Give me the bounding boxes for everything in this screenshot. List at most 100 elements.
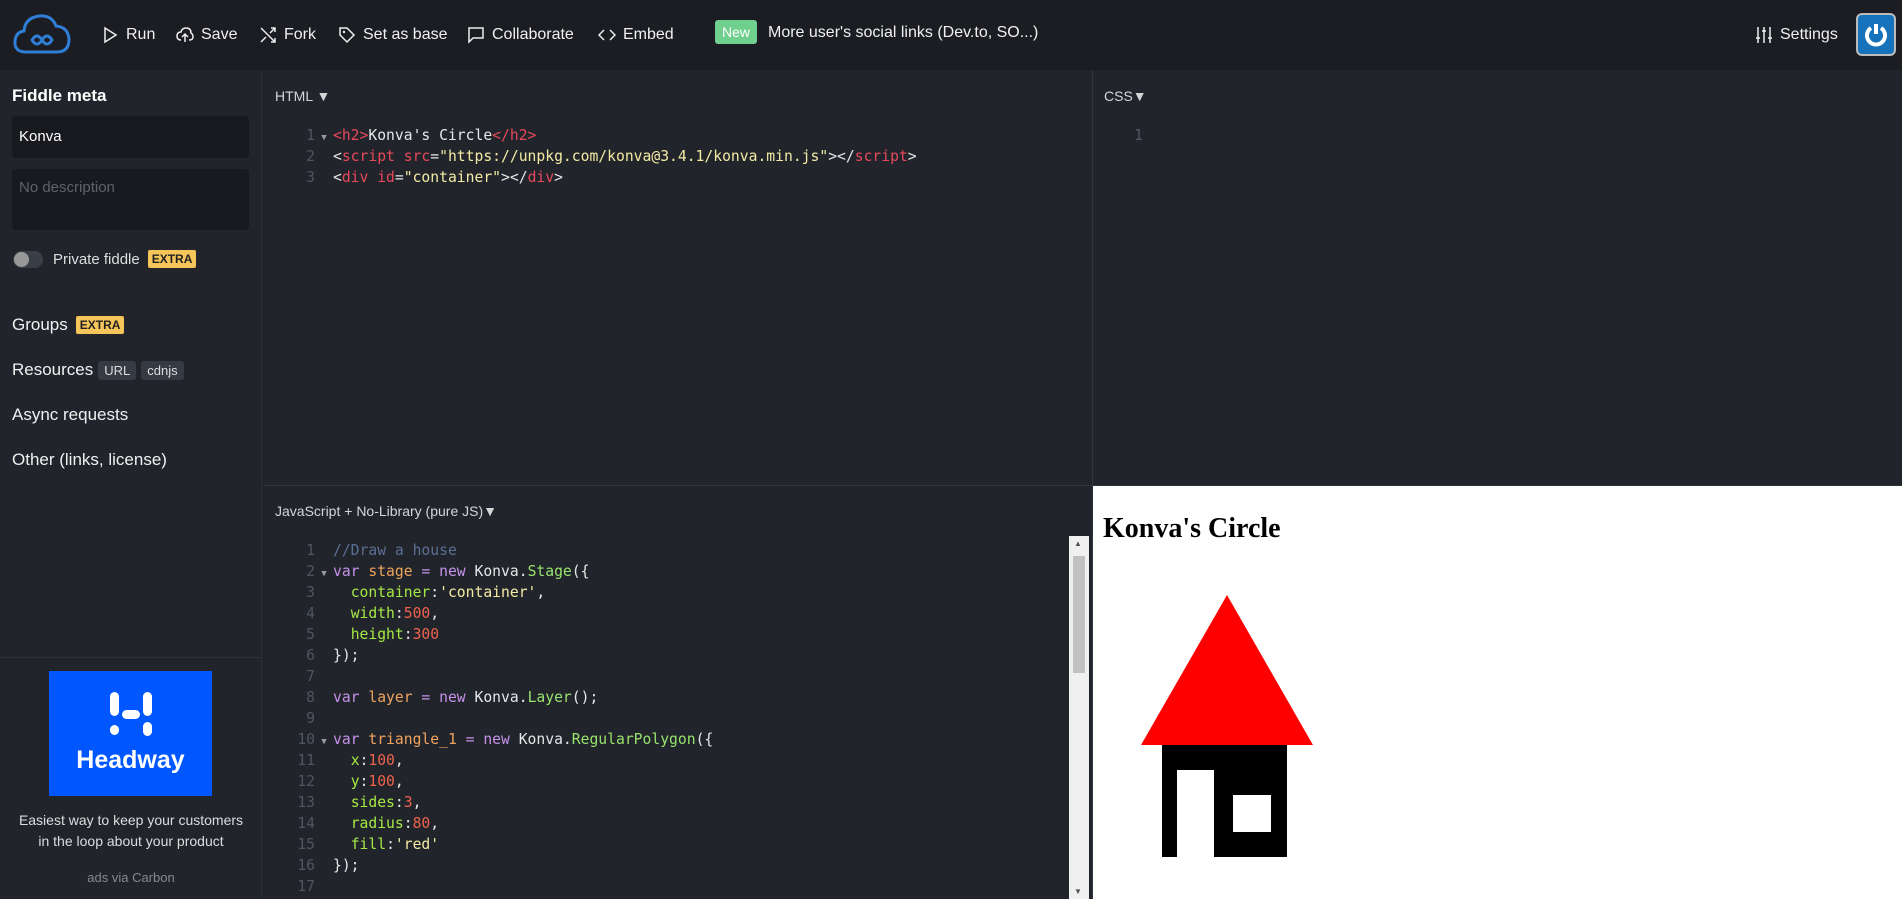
code-token: "container" <box>403 169 502 186</box>
code-token: = new <box>412 563 475 580</box>
scroll-up-icon[interactable]: ▲ <box>1074 539 1082 548</box>
code-token: < <box>333 127 342 144</box>
code-line[interactable]: 10 ▼ var triangle_1 = new Konva.RegularPol… <box>263 729 713 750</box>
code-line[interactable]: 3 container:'container', <box>263 582 545 603</box>
code-line[interactable]: 14 radius:80, <box>263 813 439 834</box>
caret-down-icon: ▼ <box>316 88 331 104</box>
divider <box>0 657 262 658</box>
css-editor[interactable]: 1 <box>1093 125 1902 475</box>
embed-button[interactable]: Embed <box>598 22 674 48</box>
code-line[interactable]: 4 width:500, <box>263 603 439 624</box>
code-line[interactable]: 2 <script src="https://unpkg.com/konva@3.… <box>263 146 916 167</box>
fiddle-name-input[interactable]: Konva <box>12 116 249 158</box>
code-line[interactable]: 16}); <box>263 855 359 876</box>
private-fiddle-label: Private fiddle <box>53 250 140 268</box>
code-line[interactable]: 1 ▼ <h2>Konva's Circle</h2> <box>263 125 536 146</box>
line-number: 14 <box>297 815 315 832</box>
code-line[interactable]: 9 <box>263 708 333 729</box>
code-token: Layer <box>527 689 572 706</box>
fork-icon <box>260 27 276 43</box>
code-line[interactable]: 2 ▼ var stage = new Konva.Stage({ <box>263 561 589 582</box>
house-window <box>1233 795 1271 832</box>
html-panel-header[interactable]: HTML ▼ <box>275 88 330 104</box>
news-link[interactable]: More user's social links (Dev.to, SO...) <box>768 24 1038 42</box>
code-line[interactable]: 1 //Draw a house <box>263 540 457 561</box>
settings-button[interactable]: Settings <box>1755 22 1838 48</box>
line-number: 8 <box>306 689 315 706</box>
result-preview: Konva's Circle <box>1093 486 1902 899</box>
code-token: = <box>430 148 440 165</box>
user-menu-button[interactable] <box>1856 13 1896 56</box>
code-token: 'red' <box>394 836 440 853</box>
sidebar-item-async[interactable]: Async requests <box>12 405 128 425</box>
private-toggle[interactable] <box>13 251 43 268</box>
sliders-icon <box>1756 27 1772 43</box>
url-chip[interactable]: URL <box>98 360 137 380</box>
code-line[interactable]: 5 height:300 <box>263 624 439 645</box>
set-as-base-button[interactable]: Set as base <box>338 22 448 48</box>
code-token: fill <box>350 836 387 853</box>
code-token: 100 <box>368 773 395 790</box>
sidebar-item-groups[interactable]: Groups EXTRA <box>12 315 125 335</box>
scroll-down-icon[interactable]: ▼ <box>1074 887 1082 896</box>
code-token: Konva. <box>474 689 528 706</box>
code-line[interactable]: 6}); <box>263 645 360 666</box>
run-button[interactable]: Run <box>101 22 155 48</box>
code-token: y <box>350 773 360 790</box>
code-token: container <box>350 584 431 601</box>
code-line[interactable]: 8 var layer = new Konva.Layer(); <box>263 687 598 708</box>
code-line[interactable]: 3 <div id="container"></div> <box>263 167 563 188</box>
ad-image[interactable]: Headway <box>49 671 212 796</box>
code-line[interactable]: 17 <box>263 876 333 897</box>
line-number: 1 <box>306 127 315 144</box>
code-token: Konva's Circle <box>368 127 493 144</box>
cloud-upload-icon <box>176 27 194 42</box>
code-token: width <box>350 605 395 622</box>
jsfiddle-logo-icon[interactable] <box>12 12 72 61</box>
css-panel-header[interactable]: CSS▼ <box>1104 88 1147 104</box>
js-editor[interactable]: 1 //Draw a house 2 ▼ var stage = new Konva.S… <box>263 540 1069 899</box>
code-token: 80 <box>412 815 431 832</box>
code-token: triangle_1 <box>368 731 457 748</box>
line-number: 4 <box>306 605 315 622</box>
collaborate-button[interactable]: Collaborate <box>467 22 574 48</box>
code-token: < <box>333 148 342 165</box>
sidebar-item-other[interactable]: Other (links, license) <box>12 450 167 470</box>
ads-via-carbon[interactable]: ads via Carbon <box>0 870 262 885</box>
scrollbar-thumb[interactable] <box>1073 556 1085 673</box>
code-line[interactable]: 7 <box>263 666 333 687</box>
code-token: var <box>333 731 369 748</box>
cdnjs-chip[interactable]: cdnjs <box>141 360 184 380</box>
line-number: 1 <box>306 542 315 559</box>
fiddle-description-input[interactable]: No description <box>12 169 249 230</box>
code-token: </ <box>492 127 510 144</box>
konva-canvas <box>1141 595 1313 857</box>
sidebar-item-resources[interactable]: Resources URL cdnjs <box>12 360 184 380</box>
code-line[interactable]: 15 fill:'red' <box>263 834 439 855</box>
code-line[interactable]: 12 y:100, <box>263 771 403 792</box>
code-token: var <box>333 689 369 706</box>
code-token: //Draw a house <box>333 542 457 559</box>
code-token: stage <box>368 563 413 580</box>
power-icon <box>1865 23 1887 46</box>
code-token: script <box>341 148 395 165</box>
extra-badge: EXTRA <box>75 316 125 334</box>
fork-button[interactable]: Fork <box>259 22 316 48</box>
js-panel-header[interactable]: JavaScript + No-Library (pure JS)▼ <box>275 503 497 519</box>
code-token: ({ <box>571 563 590 580</box>
line-number: 13 <box>297 794 315 811</box>
js-editor-scrollbar[interactable]: ▲ ▼ <box>1069 536 1089 899</box>
line-number: 3 <box>306 169 315 186</box>
code-line[interactable]: 1 <box>1093 125 1161 146</box>
ad-text[interactable]: Easiest way to keep your customers in the… <box>0 810 262 852</box>
code-line[interactable]: 11 x:100, <box>263 750 403 771</box>
code-token: radius <box>350 815 404 832</box>
code-token: }); <box>333 647 360 664</box>
house-roof <box>1141 595 1313 745</box>
save-button[interactable]: Save <box>176 22 237 48</box>
code-line[interactable]: 13 sides:3, <box>263 792 421 813</box>
code-token: ></ <box>828 148 855 165</box>
html-editor[interactable]: 1 ▼ <h2>Konva's Circle</h2> 2 <script src="h… <box>263 125 1092 475</box>
